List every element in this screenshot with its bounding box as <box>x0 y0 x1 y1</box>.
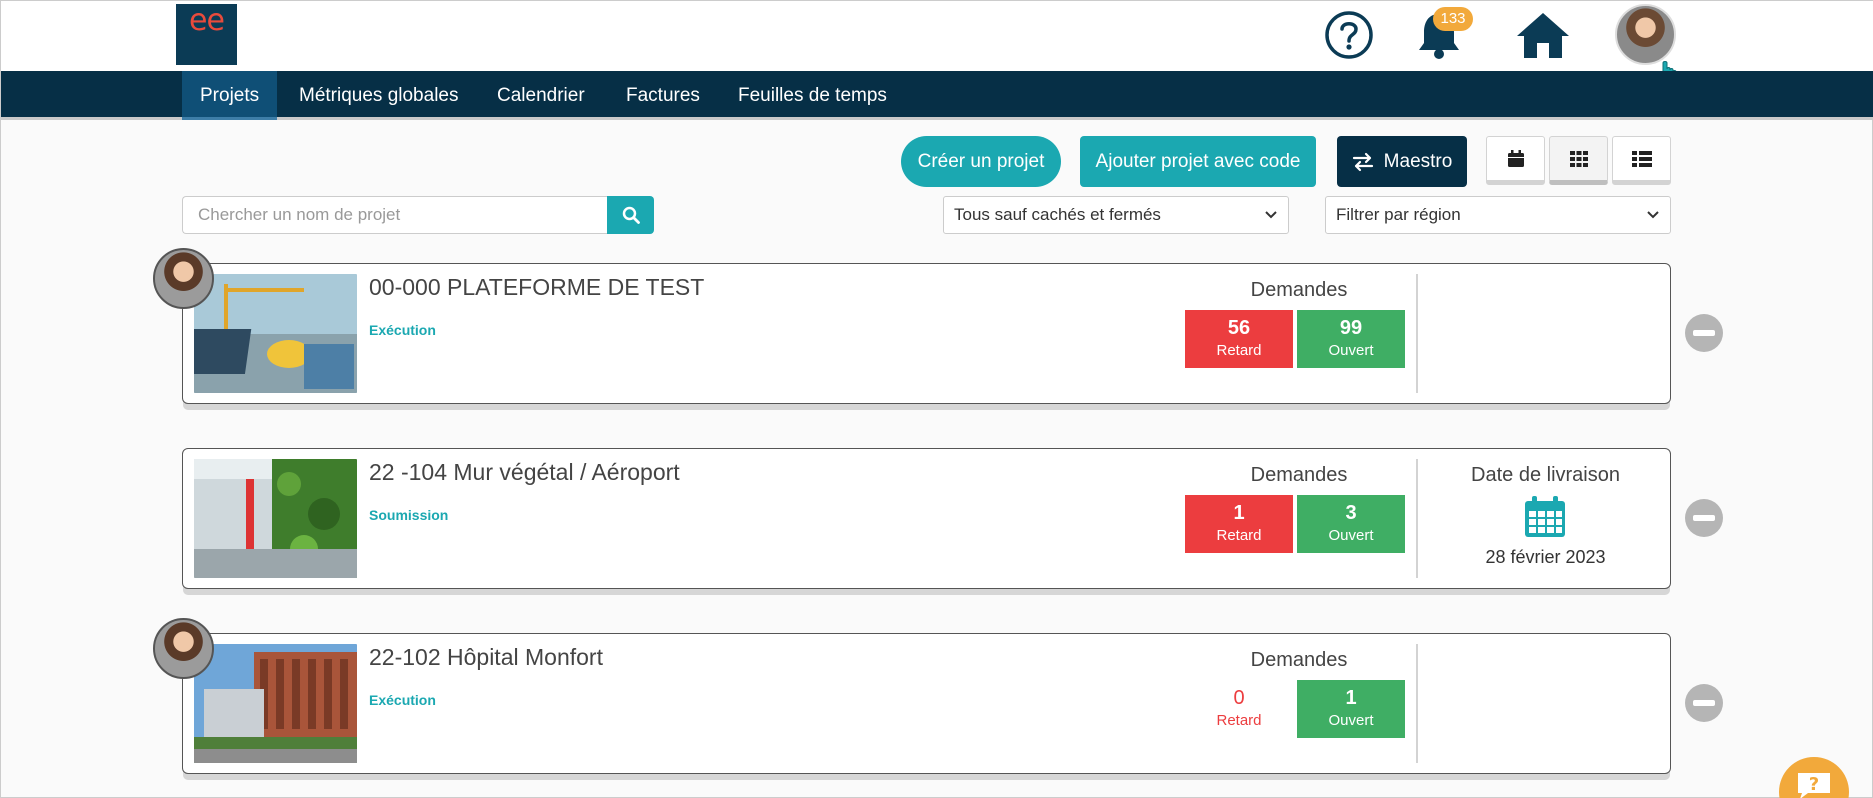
open-count: 3 <box>1345 502 1357 524</box>
project-owner-avatar <box>153 618 214 679</box>
late-count: 1 <box>1233 502 1245 524</box>
project-thumbnail <box>194 644 357 763</box>
requests-label: Demandes <box>1250 279 1348 301</box>
open-count: 99 <box>1339 317 1363 339</box>
grid-icon <box>1569 150 1588 167</box>
project-title[interactable]: 22-102 Hôpital Monfort <box>369 644 603 671</box>
chevron-down-icon <box>1264 197 1278 246</box>
list-view-button[interactable] <box>1612 136 1671 185</box>
notification-badge: 133 <box>1433 7 1473 31</box>
project-card[interactable]: 22 -104 Mur végétal / Aéroport Soumissio… <box>182 448 1671 589</box>
home-icon[interactable] <box>1513 8 1573 62</box>
maestro-label: Maestro <box>1383 151 1453 172</box>
delivery-date-label: Date de livraison <box>1471 464 1620 486</box>
nav-tab-factures[interactable]: Factures <box>626 71 700 120</box>
list-icon <box>1631 150 1652 167</box>
late-count: 0 <box>1233 687 1245 709</box>
open-requests-stat[interactable]: 99 Ouvert <box>1297 310 1405 368</box>
nav-tab-metriques[interactable]: Métriques globales <box>299 71 458 120</box>
project-thumbnail <box>194 459 357 578</box>
late-label: Retard <box>1216 342 1262 359</box>
search-icon <box>622 206 640 224</box>
late-requests-stat[interactable]: 1 Retard <box>1185 495 1293 553</box>
add-project-code-button[interactable]: Ajouter projet avec code <box>1080 136 1316 187</box>
card-divider <box>1416 644 1418 763</box>
open-label: Ouvert <box>1328 342 1374 359</box>
project-card[interactable]: 22-102 Hôpital Monfort Exécution Demande… <box>182 633 1671 774</box>
requests-label: Demandes <box>1250 649 1348 671</box>
minus-icon <box>1693 700 1715 706</box>
calendar-icon <box>1523 495 1567 539</box>
project-thumbnail <box>194 274 357 393</box>
maestro-button[interactable]: Maestro <box>1337 136 1467 187</box>
nav-tab-calendrier[interactable]: Calendrier <box>497 71 585 120</box>
grid-view-button[interactable] <box>1549 136 1608 185</box>
main-nav: Projets Métriques globales Calendrier Fa… <box>1 71 1873 120</box>
chat-help-button[interactable]: ? <box>1779 757 1849 798</box>
region-filter-value: Filtrer par région <box>1336 205 1461 224</box>
open-requests-stat[interactable]: 3 Ouvert <box>1297 495 1405 553</box>
open-count: 1 <box>1345 687 1357 709</box>
help-icon[interactable] <box>1323 8 1375 62</box>
project-search-input[interactable] <box>182 196 608 234</box>
card-divider <box>1416 459 1418 578</box>
nav-tab-feuilles-temps[interactable]: Feuilles de temps <box>738 71 887 120</box>
remove-project-button[interactable] <box>1685 314 1723 352</box>
region-filter-select[interactable]: Filtrer par région <box>1325 196 1671 234</box>
open-label: Ouvert <box>1328 712 1374 729</box>
svg-text:?: ? <box>1809 774 1819 795</box>
card-divider <box>1416 274 1418 393</box>
chat-question-icon: ? <box>1798 773 1830 798</box>
remove-project-button[interactable] <box>1685 499 1723 537</box>
minus-icon <box>1693 330 1715 336</box>
project-title[interactable]: 00-000 PLATEFORME DE TEST <box>369 274 704 301</box>
minus-icon <box>1693 515 1715 521</box>
status-filter-select[interactable]: Tous sauf cachés et fermés <box>943 196 1289 234</box>
calendar-icon <box>1507 149 1524 167</box>
open-label: Ouvert <box>1328 527 1374 544</box>
project-card[interactable]: 00-000 PLATEFORME DE TEST Exécution Dema… <box>182 263 1671 404</box>
project-owner-avatar <box>153 248 214 309</box>
project-title[interactable]: 22 -104 Mur végétal / Aéroport <box>369 459 680 486</box>
late-requests-stat[interactable]: 0 Retard <box>1185 680 1293 738</box>
requests-label: Demandes <box>1250 464 1348 486</box>
company-logo[interactable]: ee <box>176 4 237 65</box>
swap-arrows-icon <box>1352 152 1373 171</box>
user-avatar[interactable] <box>1615 4 1676 65</box>
late-label: Retard <box>1216 712 1262 729</box>
calendar-view-button[interactable] <box>1486 136 1545 185</box>
remove-project-button[interactable] <box>1685 684 1723 722</box>
project-phase: Exécution <box>369 692 436 708</box>
late-requests-stat[interactable]: 56 Retard <box>1185 310 1293 368</box>
delivery-date: 28 février 2023 <box>1485 547 1606 567</box>
late-count: 56 <box>1227 317 1251 339</box>
chevron-down-icon <box>1646 197 1660 246</box>
nav-tab-projets[interactable]: Projets <box>182 71 278 120</box>
logo-text: ee <box>189 3 225 38</box>
late-label: Retard <box>1216 527 1262 544</box>
status-filter-value: Tous sauf cachés et fermés <box>954 205 1161 224</box>
project-phase: Exécution <box>369 322 436 338</box>
open-requests-stat[interactable]: 1 Ouvert <box>1297 680 1405 738</box>
top-bar: ee 133 <box>1 1 1873 87</box>
project-phase: Soumission <box>369 507 449 523</box>
create-project-button[interactable]: Créer un projet <box>901 136 1061 187</box>
search-button[interactable] <box>607 196 654 234</box>
